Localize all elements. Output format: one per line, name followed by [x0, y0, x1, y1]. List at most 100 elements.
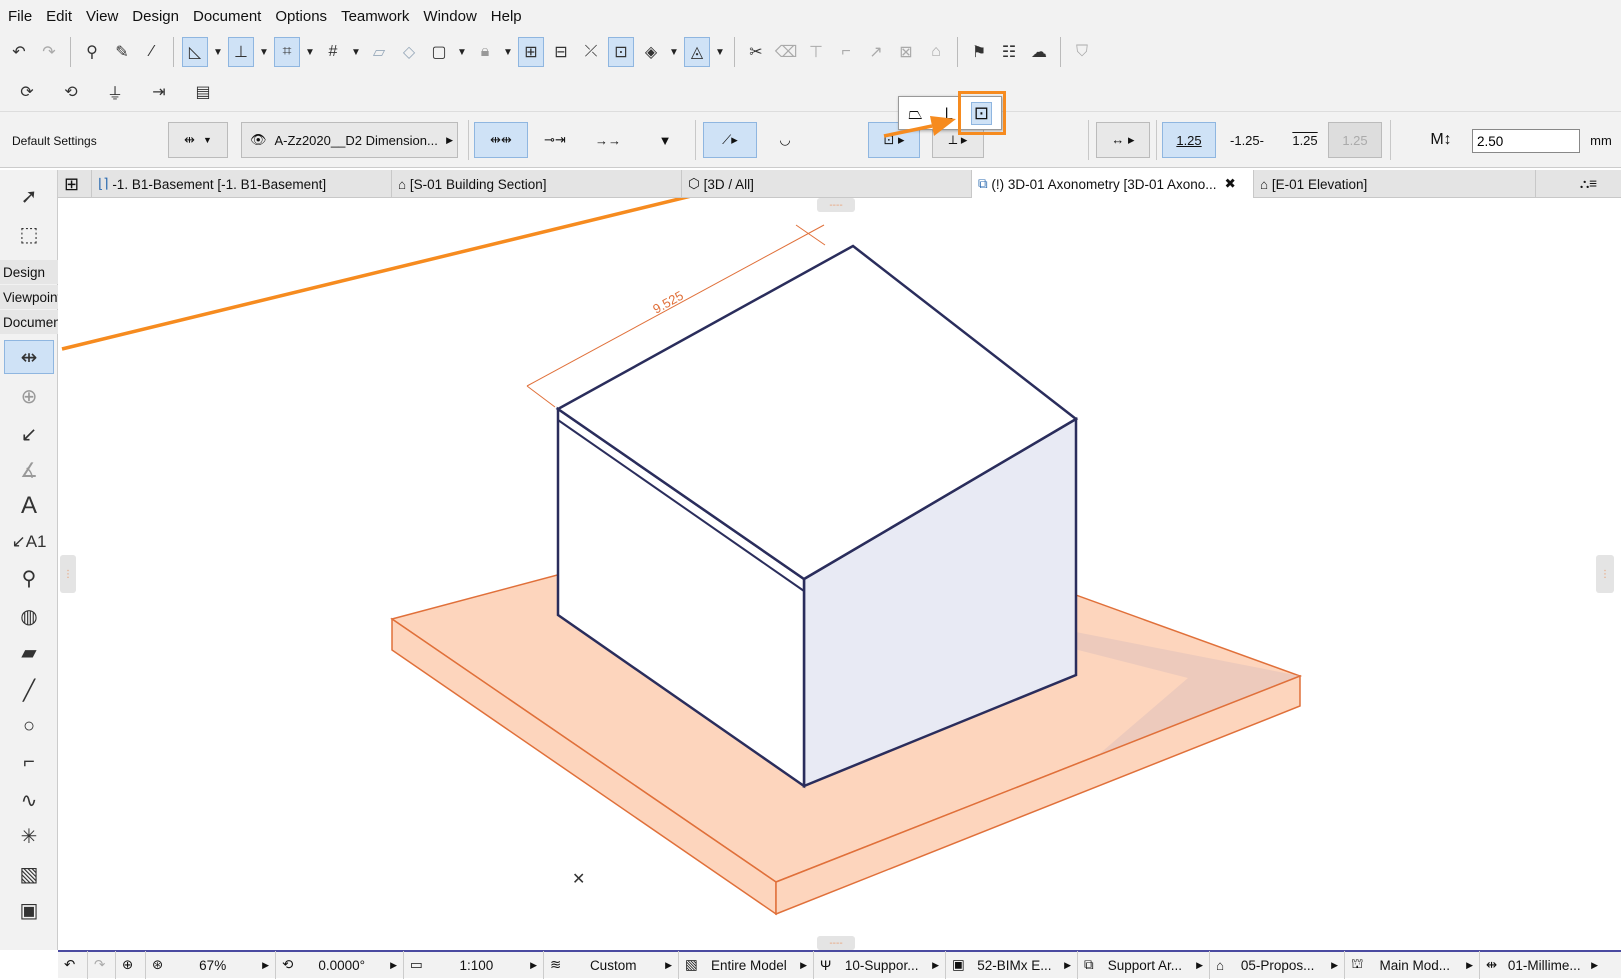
undo-icon[interactable]: ↶ — [6, 37, 32, 67]
hotspot-tool-icon[interactable]: ✳ — [4, 820, 54, 852]
geometry-method-button[interactable]: ⟋▸ — [703, 122, 757, 158]
select-elements-icon[interactable]: ⊡ — [608, 37, 634, 67]
menu-design[interactable]: Design — [132, 8, 179, 25]
line-tool-icon[interactable]: ╱ — [4, 674, 54, 706]
level-dimension-tool-icon[interactable]: ⊕ — [4, 380, 54, 412]
chevron-down-icon[interactable]: ▼ — [258, 47, 270, 58]
figure-tool-icon[interactable]: ▧ — [4, 858, 54, 890]
menu-edit[interactable]: Edit — [46, 8, 72, 25]
explode-icon[interactable]: ⊠ — [893, 37, 919, 67]
arrow-tool-icon[interactable]: ➚ — [4, 180, 54, 212]
layer-selector[interactable]: 👁︎ A-Zz2020__D2 Dimension... ▶ — [241, 122, 458, 158]
elevation-dimension-tool-icon[interactable]: ↙ — [4, 418, 54, 450]
redo-icon[interactable]: ↷ — [36, 37, 62, 67]
suspend-groups-icon[interactable]: ⊞ — [518, 37, 544, 67]
text-tool-icon[interactable]: A — [4, 490, 54, 522]
trace-icon[interactable]: ▢ — [426, 37, 452, 67]
refresh-icon[interactable]: ⟳ — [14, 77, 40, 107]
zoom-in-icon[interactable]: ⊕ — [116, 951, 146, 979]
tab-list-icon[interactable]: ⛬≡ — [1550, 170, 1621, 198]
marker-type-button[interactable]: ▼ — [650, 122, 680, 158]
tab-overview-icon[interactable]: ⊞ — [58, 170, 92, 198]
structural-field[interactable]: ⛫ Main Mod... ▶ — [1345, 951, 1480, 979]
scale-icon[interactable]: ⊟ — [548, 37, 574, 67]
fillet-icon[interactable]: ⌐ — [833, 37, 859, 67]
layer-combination-field[interactable]: ≋ Custom ▶ — [544, 951, 679, 979]
grid-snap-icon[interactable]: # — [320, 37, 346, 67]
redo-view-icon[interactable]: ↷ — [88, 951, 116, 979]
palette-viewpoint[interactable]: Viewpoint — [0, 285, 58, 309]
menu-window[interactable]: Window — [423, 8, 476, 25]
zoom-field[interactable]: ⊛ 67% ▶ — [146, 951, 276, 979]
linear-dimension-method-button[interactable]: ⇹⇹ — [474, 122, 528, 158]
eyedropper-icon[interactable]: ✎ — [109, 37, 135, 67]
adjust-icon[interactable]: ⌫ — [773, 37, 799, 67]
baseline-method-button[interactable]: ⊸⇥ — [530, 122, 580, 158]
plane-icon[interactable]: ▱ — [366, 37, 392, 67]
split-icon[interactable]: ✂ — [743, 37, 769, 67]
circle-tool-icon[interactable]: ○ — [4, 710, 54, 742]
tab-section[interactable]: ⌂ [S-01 Building Section] — [392, 170, 682, 198]
menu-file[interactable]: File — [8, 8, 32, 25]
dimension-tool-icon[interactable]: ⇹ — [4, 340, 54, 374]
tab-elevation[interactable]: ⌂ [E-01 Elevation] — [1254, 170, 1536, 198]
fill-tool-icon[interactable]: ▰ — [4, 636, 54, 668]
chevron-down-icon[interactable]: ▼ — [502, 47, 514, 58]
dimension-standard-field[interactable]: ⇹ 01-Millime... ▶ — [1480, 951, 1604, 979]
coordinate-icon[interactable]: ⌗ — [274, 37, 300, 67]
model-canvas[interactable]: ---- ---- ⋮ ⋮ 9.525 ✕ — [58, 198, 1621, 950]
chevron-down-icon[interactable]: ▼ — [304, 47, 316, 58]
scale-field[interactable]: ▭ 1:100 ▶ — [404, 951, 544, 979]
palette-design[interactable]: Design — [0, 260, 58, 284]
schedule-icon[interactable]: ☷ — [996, 37, 1022, 67]
plug-icon[interactable]: ⏚ — [102, 77, 128, 107]
graphic-override-field[interactable]: ⧉ Support Ar... ▶ — [1078, 951, 1210, 979]
chevron-down-icon[interactable]: ▼ — [714, 47, 726, 58]
trim-roof-icon[interactable]: ⌂ — [923, 37, 949, 67]
pen-set-field[interactable]: Ψ 10-Suppor... ▶ — [814, 951, 946, 979]
menu-help[interactable]: Help — [491, 8, 522, 25]
menu-document[interactable]: Document — [193, 8, 261, 25]
renovation-field[interactable]: ⌂ 05-Propos... ▶ — [1210, 951, 1345, 979]
cumulative-method-button[interactable]: →→ — [588, 122, 628, 158]
marquee-3d-icon[interactable]: ◈ — [638, 37, 664, 67]
text-angled-button[interactable]: 1.25 — [1328, 122, 1382, 158]
angle-dimension-tool-icon[interactable]: ∡ — [4, 454, 54, 486]
chevron-down-icon[interactable]: ▼ — [350, 47, 362, 58]
chevron-down-icon[interactable]: ▼ — [456, 47, 468, 58]
snap-guides-icon[interactable]: ⊥ — [228, 37, 254, 67]
extension-line-button[interactable]: ↔ ▸ — [1096, 122, 1150, 158]
marquee-tool-icon[interactable]: ⬚ — [4, 218, 54, 250]
publish-icon[interactable]: ☁ — [1026, 37, 1052, 67]
tab-floor-plan[interactable]: ⌊⌉ -1. B1-Basement [-1. B1-Basement] — [92, 170, 392, 198]
text-above-line-button[interactable]: 1.25 — [1162, 122, 1216, 158]
text-height-input[interactable] — [1472, 129, 1580, 153]
teamwork-icon[interactable]: ⛉ — [1069, 37, 1095, 67]
undo-view-icon[interactable]: ↶ — [58, 951, 88, 979]
text-below-line-button[interactable]: 1.25 — [1278, 122, 1332, 158]
vertical-plane-icon[interactable]: ⟂ — [941, 103, 953, 124]
leave-project-icon[interactable]: ⇥ — [146, 77, 172, 107]
intersect-icon[interactable]: ⊤ — [803, 37, 829, 67]
angle-field[interactable]: ⟲ 0.0000° ▶ — [276, 951, 404, 979]
horizontal-plane-icon[interactable]: ⏢ — [908, 103, 922, 124]
edit-plane-icon[interactable]: ◇ — [396, 37, 422, 67]
marker-tool-icon[interactable]: ⚲ — [4, 562, 54, 594]
magic-wand-icon[interactable]: ⁄ — [139, 37, 165, 67]
chevron-down-icon[interactable]: ▼ — [212, 47, 224, 58]
cross-icon[interactable]: ⤫ — [578, 37, 604, 67]
mvo-field[interactable]: ▣ 52-BIMx E... ▶ — [946, 951, 1078, 979]
settings-label[interactable]: Default Settings — [12, 134, 97, 148]
lock-icon[interactable]: 🔒︎ — [472, 37, 498, 67]
close-icon[interactable]: ✖ — [1225, 176, 1236, 192]
chevron-down-icon[interactable]: ▼ — [668, 47, 680, 58]
polyline-tool-icon[interactable]: ⌐ — [4, 746, 54, 778]
menu-view[interactable]: View — [86, 8, 118, 25]
guide-lines-icon[interactable]: ◺ — [182, 37, 208, 67]
dimension-settings-button[interactable]: ⇹ ▼ — [168, 122, 228, 158]
zone-tool-icon[interactable]: ◍ — [4, 600, 54, 632]
drawing-tool-icon[interactable]: ▣ — [4, 894, 54, 926]
find-select-icon[interactable]: ⚲ — [79, 37, 105, 67]
flag-icon[interactable]: ⚑ — [966, 37, 992, 67]
spline-tool-icon[interactable]: ∿ — [4, 784, 54, 816]
